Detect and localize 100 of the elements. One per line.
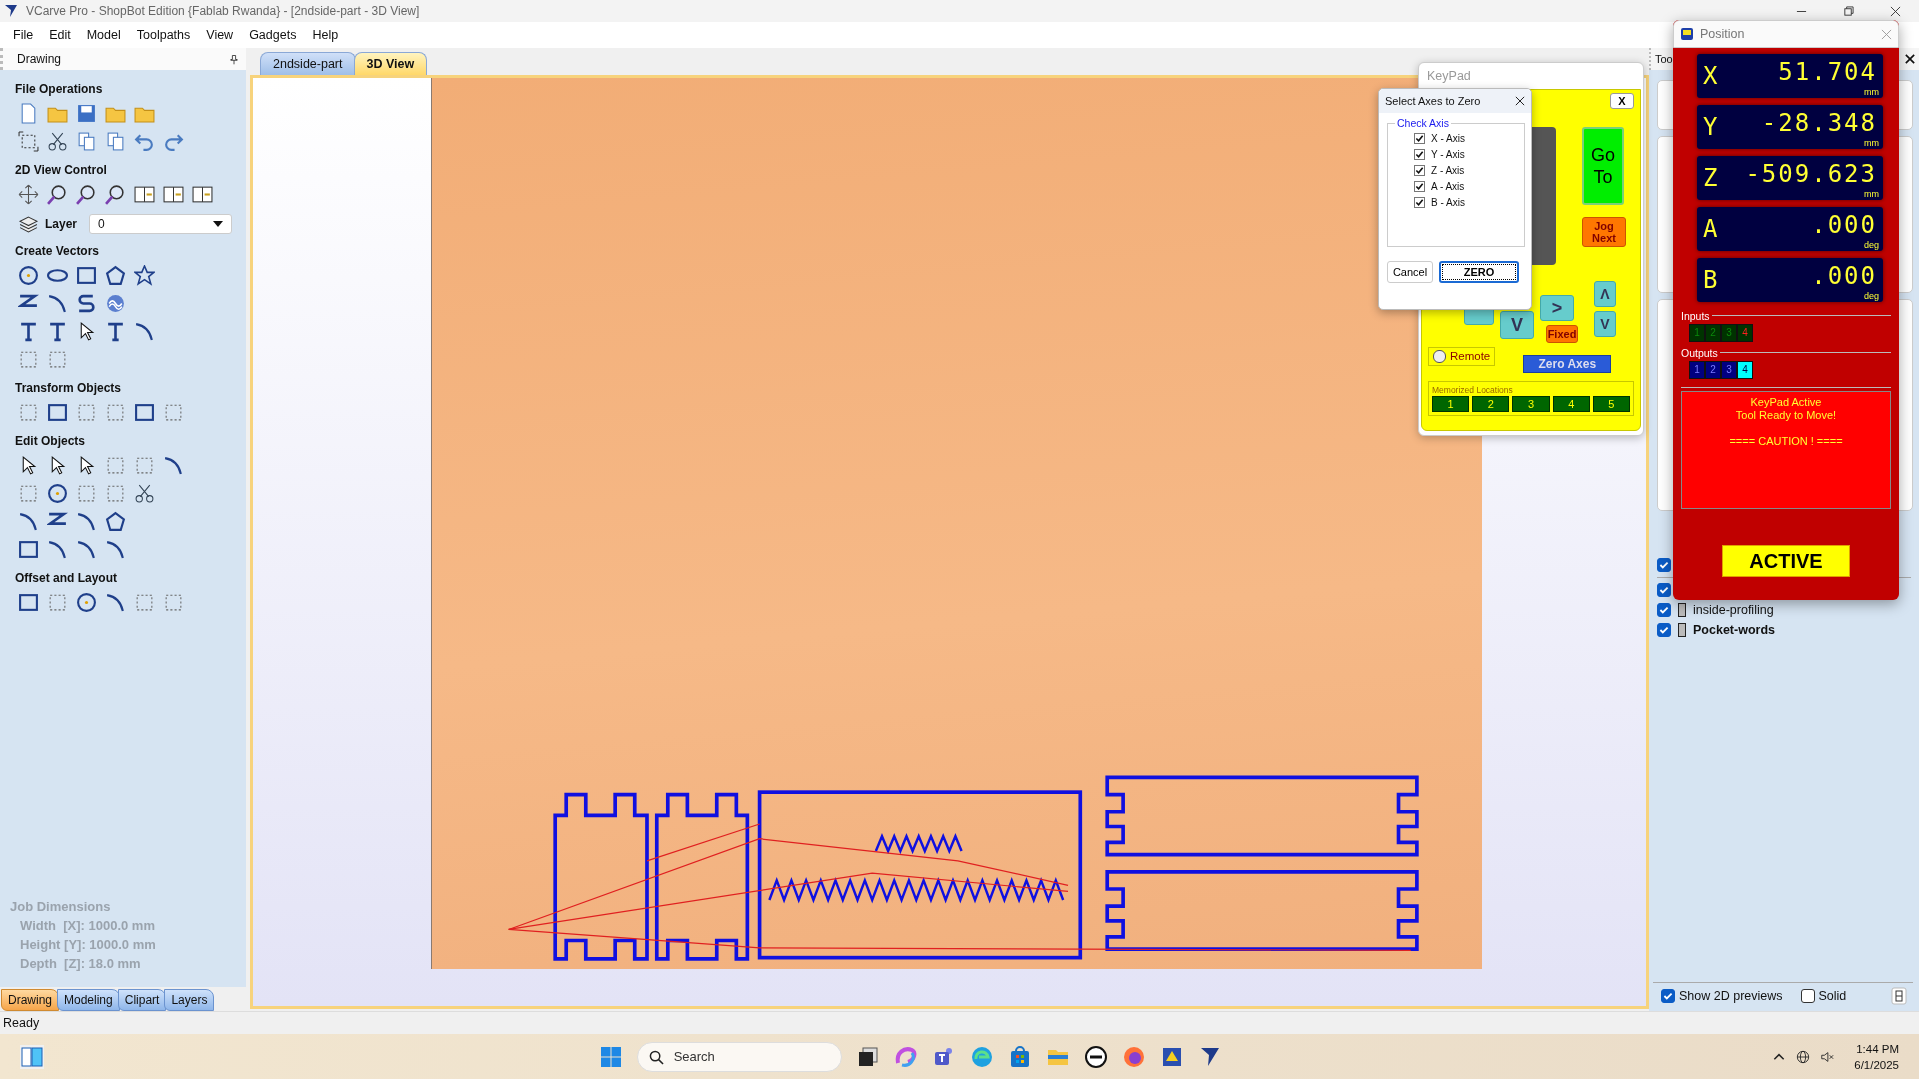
checkbox[interactable]: [1800, 989, 1815, 1003]
checkbox[interactable]: [1661, 989, 1675, 1003]
menu-item[interactable]: Toolpaths: [129, 26, 198, 44]
magnifier-icon[interactable]: [76, 183, 97, 205]
square-icon[interactable]: [47, 401, 68, 423]
checkbox[interactable]: [1414, 148, 1425, 160]
jog-down-button[interactable]: V: [1500, 311, 1534, 339]
toolpath-name[interactable]: Pocket-words: [1693, 623, 1775, 637]
close-icon[interactable]: [1515, 96, 1525, 106]
magnifier-icon[interactable]: [105, 183, 126, 205]
panel-tab[interactable]: Modeling: [57, 989, 120, 1011]
scissors-icon[interactable]: [47, 130, 68, 152]
z-down-button[interactable]: V: [1594, 311, 1616, 337]
curve-icon[interactable]: [76, 510, 97, 532]
circle-icon[interactable]: [47, 482, 68, 504]
layer-dropdown[interactable]: 0: [89, 214, 233, 234]
curve-icon[interactable]: [18, 510, 39, 532]
circle-icon[interactable]: [18, 264, 39, 286]
cabinet-icon[interactable]: [1891, 987, 1907, 1005]
square-icon[interactable]: [134, 401, 155, 423]
checkbox[interactable]: [1414, 180, 1425, 192]
speaker-muted-icon[interactable]: [1820, 1049, 1835, 1064]
copy-icon[interactable]: [76, 130, 97, 152]
checkbox[interactable]: [1657, 558, 1671, 572]
square-icon[interactable]: [18, 538, 39, 560]
memory-location-button[interactable]: 3: [1512, 396, 1550, 412]
go-to-button[interactable]: Go To: [1582, 127, 1624, 205]
layer-label: Layer: [45, 217, 78, 231]
close-icon[interactable]: [1890, 5, 1901, 17]
magnifier-icon[interactable]: [47, 183, 68, 205]
zero-button[interactable]: ZERO: [1439, 261, 1519, 283]
panel-tab[interactable]: Layers: [164, 989, 215, 1011]
pentagon-icon[interactable]: [105, 264, 126, 286]
document-tab[interactable]: 2ndside-part: [260, 52, 356, 75]
move-icon[interactable]: [18, 183, 39, 205]
curve-icon[interactable]: [76, 538, 97, 560]
close-icon[interactable]: [1905, 54, 1915, 64]
square-icon[interactable]: [76, 264, 97, 286]
menu-item[interactable]: File: [6, 26, 41, 44]
curve-icon[interactable]: [163, 454, 184, 476]
toolpath-name[interactable]: inside-profiling: [1693, 603, 1774, 617]
pin-icon[interactable]: [230, 53, 238, 65]
menu-item[interactable]: Model: [79, 26, 128, 44]
checkbox[interactable]: [1657, 583, 1671, 597]
menu-item[interactable]: View: [199, 26, 241, 44]
search-field[interactable]: Search: [636, 1041, 842, 1072]
frame-icon[interactable]: [18, 130, 39, 152]
caret-icon: [213, 221, 224, 227]
zero-axes-button[interactable]: Zero Axes: [1523, 355, 1612, 373]
clock[interactable]: 1:44 PM 6/1/2025: [1854, 1040, 1899, 1073]
memory-location-button[interactable]: 2: [1472, 396, 1510, 412]
curve-icon[interactable]: [47, 292, 68, 314]
s-curve-icon[interactable]: [76, 292, 97, 314]
swirl-icon[interactable]: [893, 1044, 918, 1069]
text-icon[interactable]: [105, 320, 126, 342]
memory-location-button[interactable]: 4: [1552, 396, 1590, 412]
circle-icon[interactable]: [76, 591, 97, 613]
menu-item[interactable]: Edit: [42, 26, 78, 44]
z-up-button[interactable]: Λ: [1594, 281, 1616, 307]
checkbox[interactable]: [1657, 603, 1671, 617]
memory-location-button[interactable]: 5: [1592, 396, 1630, 412]
circle-logo-icon[interactable]: [1083, 1044, 1108, 1069]
fox-browser-icon[interactable]: [1121, 1044, 1146, 1069]
panel-tab[interactable]: Drawing: [1, 989, 59, 1011]
curve-icon[interactable]: [47, 538, 68, 560]
toolpath-icon: [1678, 603, 1686, 617]
job-dimension-text: Depth [Z]: 18.0 mm: [19, 956, 142, 971]
checkbox[interactable]: [1433, 349, 1446, 363]
window-title: Position: [1700, 27, 1745, 41]
restore-icon[interactable]: [1843, 5, 1854, 17]
close-button[interactable]: X: [1610, 93, 1634, 109]
jog-next-button[interactable]: Jog Next: [1582, 217, 1626, 247]
checkbox[interactable]: [1414, 196, 1425, 208]
input-indicator: 1: [1689, 324, 1705, 342]
fixed-button[interactable]: Fixed: [1546, 325, 1578, 343]
start-icon[interactable]: [598, 1044, 623, 1069]
square-icon[interactable]: [18, 591, 39, 613]
jog-right-button[interactable]: >: [1540, 295, 1574, 321]
checkbox[interactable]: [1414, 164, 1425, 176]
cancel-button[interactable]: Cancel: [1387, 261, 1433, 283]
text-icon[interactable]: [47, 320, 68, 342]
star-icon[interactable]: [134, 264, 155, 286]
scissors-icon[interactable]: [134, 482, 155, 504]
document-tab[interactable]: 3D View: [353, 52, 428, 75]
panel-tab[interactable]: Clipart: [117, 989, 167, 1011]
text-icon[interactable]: [18, 320, 39, 342]
memory-location-button[interactable]: 1: [1432, 396, 1470, 412]
curve-icon[interactable]: [134, 320, 155, 342]
menu-item[interactable]: Help: [305, 26, 346, 44]
menu-item[interactable]: Gadgets: [242, 26, 304, 44]
active-button[interactable]: ACTIVE: [1722, 545, 1850, 577]
widgets-icon[interactable]: [20, 1044, 44, 1069]
curve-icon[interactable]: [105, 591, 126, 613]
checkbox[interactable]: [1414, 132, 1425, 144]
output-indicator: 2: [1705, 361, 1721, 379]
globe-icon[interactable]: [1796, 1049, 1811, 1064]
pentagon-icon[interactable]: [105, 510, 126, 532]
curve-icon[interactable]: [105, 538, 126, 560]
checkbox[interactable]: [1657, 623, 1671, 637]
copy-icon[interactable]: [105, 130, 126, 152]
